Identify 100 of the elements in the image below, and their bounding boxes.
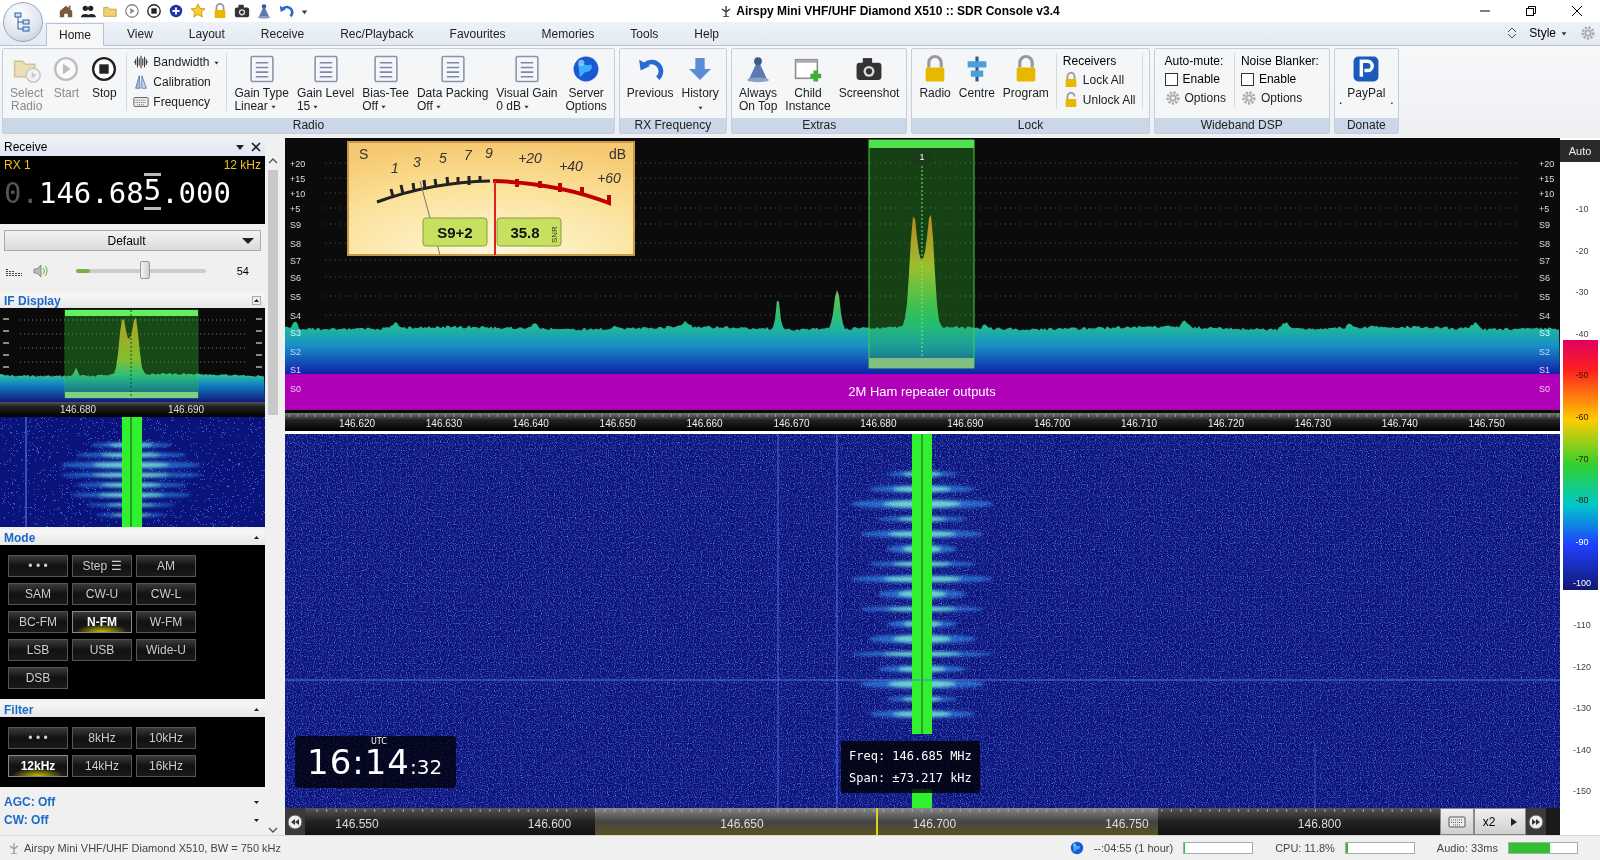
scroll-left-button[interactable]	[285, 808, 305, 835]
plus-icon[interactable]	[168, 3, 184, 19]
ribbon-button[interactable]: Child Instance	[782, 53, 834, 115]
mode-button[interactable]: • • •	[8, 555, 68, 577]
ribbon-button[interactable]: Gain Type Linear	[231, 53, 292, 115]
globe-icon	[572, 55, 601, 83]
ribbon-button[interactable]: Data Packing Off	[413, 53, 492, 115]
axis-label: S6	[290, 273, 301, 283]
style-menu[interactable]: Style	[1523, 25, 1574, 41]
stop-icon[interactable]	[146, 3, 162, 19]
ribbon-button[interactable]: Frequency	[131, 93, 223, 111]
ribbon-button[interactable]: Screenshot	[835, 53, 903, 102]
device-status: Airspy Mini VHF/UHF Diamond X510, BW = 750 kHz	[24, 842, 282, 854]
scrollbar-thumb[interactable]	[268, 170, 278, 415]
ribbon-tab[interactable]: Favourites	[436, 22, 519, 45]
ribbon-button[interactable]: Visual Gain 0 dB	[493, 53, 561, 115]
mode-button[interactable]: Wide-U	[136, 639, 196, 661]
gear-icon	[1240, 90, 1257, 106]
mode-button[interactable]: SAM	[8, 583, 68, 605]
mode-button[interactable]: 14kHz	[72, 755, 132, 777]
mode-button[interactable]: LSB	[8, 639, 68, 661]
ribbon-tab[interactable]: Home	[46, 23, 104, 46]
ribbon-button[interactable]: Lock All	[1060, 71, 1138, 89]
caret-icon	[696, 104, 704, 111]
ribbon-tab[interactable]: Help	[681, 22, 732, 45]
mode-button[interactable]: BC-FM	[8, 611, 68, 633]
ribbon-button[interactable]: Stop	[86, 53, 123, 102]
ribbon-tab[interactable]: Rec/Playback	[327, 22, 427, 45]
mode-button[interactable]: 8kHz	[72, 727, 132, 749]
ribbon-button[interactable]: Radio	[916, 53, 954, 102]
ribbon-button[interactable]: Bandwidth	[131, 53, 223, 71]
app-menu-button[interactable]	[3, 2, 43, 42]
axis-label: -120	[1573, 661, 1591, 672]
scale-label: +40	[559, 158, 583, 174]
mode-button[interactable]: DSB	[8, 667, 68, 689]
scroll-up-icon	[268, 156, 278, 166]
keyboard-button[interactable]	[1440, 808, 1474, 835]
auto-button[interactable]: Auto	[1560, 140, 1600, 162]
ribbon-button[interactable]: Options	[1162, 89, 1228, 107]
bandwidth-label: 12 kHz	[223, 158, 261, 172]
mode-button[interactable]: 16kHz	[136, 755, 196, 777]
axis-label: S4	[290, 311, 301, 321]
panel-title: Receive	[4, 140, 49, 154]
ribbon-button[interactable]: Bias-Tee Off	[359, 53, 412, 115]
axis-label: S8	[290, 239, 301, 249]
snr-box: 35.8 SNR	[496, 217, 562, 247]
mode-button[interactable]: • • •	[8, 727, 68, 749]
caret-icon	[523, 103, 530, 110]
lock-icon[interactable]	[212, 3, 228, 19]
users-icon[interactable]	[80, 3, 96, 19]
axis-label: -20	[1575, 245, 1589, 256]
mode-button[interactable]: Step ☰	[72, 555, 132, 577]
mode-button[interactable]: USB	[72, 639, 132, 661]
ribbon-tab[interactable]: Receive	[247, 22, 318, 45]
ribbon-button[interactable]: Server Options	[562, 53, 610, 115]
ribbon-button[interactable]: Always On Top	[735, 53, 781, 115]
axis-label: S3	[1539, 328, 1550, 338]
ribbon-tab[interactable]: Tools	[617, 22, 672, 45]
ribbon-button[interactable]: Gain Level 15	[293, 53, 358, 115]
mode-button[interactable]: CW-L	[136, 583, 196, 605]
sort-icon	[1507, 26, 1518, 40]
mode-button[interactable]: 10kHz	[136, 727, 196, 749]
undo-icon[interactable]	[278, 3, 294, 19]
ribbon-tab[interactable]: Layout	[175, 22, 238, 45]
group-title: Noise Blanker:	[1239, 53, 1320, 69]
checkbox[interactable]	[1240, 72, 1254, 86]
unit-label: dB	[609, 146, 627, 162]
mode-button[interactable]: CW-U	[72, 583, 132, 605]
axis-label: 146.700	[912, 817, 957, 831]
camera-icon[interactable]	[234, 3, 250, 19]
mode-button[interactable]: W-FM	[136, 611, 196, 633]
scroll-right-button[interactable]	[1526, 808, 1546, 835]
ribbon-button[interactable]: Unlock All	[1060, 91, 1138, 109]
mode-button[interactable]: 12kHz	[8, 755, 68, 777]
ribbon-button[interactable]: Calibration	[131, 73, 223, 91]
ribbon-tab[interactable]: View	[114, 22, 166, 45]
zoom-button[interactable]: x2	[1474, 808, 1526, 835]
axis-label: +15	[1539, 174, 1555, 184]
section-title[interactable]: AGC: Off	[4, 795, 56, 809]
section-title[interactable]: CW: Off	[4, 813, 49, 827]
dropdown-icon	[235, 142, 245, 152]
home-icon[interactable]	[58, 3, 74, 19]
ribbon-button[interactable]: Program	[999, 53, 1052, 102]
volume-thumb[interactable]	[139, 261, 150, 279]
mode-button[interactable]: N-FM	[72, 611, 132, 633]
beacon-icon[interactable]	[256, 3, 272, 19]
ribbon-button[interactable]: Options	[1238, 89, 1321, 107]
ribbon-button[interactable]: Centre	[955, 53, 998, 102]
ribbon-tab[interactable]: Memories	[528, 22, 608, 45]
axis-label: S0	[1539, 384, 1550, 394]
profile-dropdown[interactable]: Default	[4, 230, 261, 251]
checkbox[interactable]	[1164, 72, 1178, 86]
play-icon[interactable]	[124, 3, 140, 19]
play-icon	[1511, 817, 1518, 826]
star-icon[interactable]	[190, 3, 206, 19]
ribbon-button[interactable]: History	[678, 53, 722, 113]
ribbon-button[interactable]: Previous	[623, 53, 677, 102]
axis-label: -140	[1573, 744, 1591, 755]
mode-button[interactable]: AM	[136, 555, 196, 577]
ribbon-button[interactable]: PayPal	[1344, 53, 1389, 102]
